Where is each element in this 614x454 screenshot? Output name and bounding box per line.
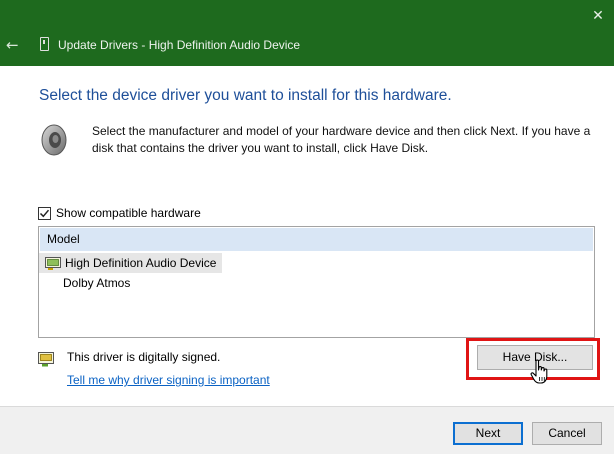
next-button[interactable]: Next: [453, 422, 523, 445]
window-title: Update Drivers - High Definition Audio D…: [58, 38, 301, 52]
speaker-icon: [41, 124, 67, 156]
button-bar: Next Cancel: [0, 406, 614, 454]
title-bar: ✕ ← Update Drivers - High Definition Aud…: [0, 0, 614, 66]
digital-signature-icon: [38, 352, 54, 367]
show-compatible-label: Show compatible hardware: [56, 206, 201, 220]
model-list[interactable]: Model High Definition Audio Device Dolby…: [38, 226, 595, 338]
driver-signing-info-link[interactable]: Tell me why driver signing is important: [67, 373, 270, 387]
back-arrow-icon[interactable]: ←: [6, 35, 26, 55]
list-item-label: Dolby Atmos: [63, 276, 131, 290]
show-compatible-hardware-option[interactable]: Show compatible hardware: [38, 205, 201, 221]
device-manager-icon: [40, 37, 49, 51]
model-column-header[interactable]: Model: [40, 228, 593, 251]
show-compatible-checkbox[interactable]: [38, 206, 51, 220]
signed-driver-icon: [45, 256, 61, 270]
cancel-button[interactable]: Cancel: [532, 422, 602, 445]
signature-status: This driver is digitally signed.: [67, 350, 221, 364]
list-item[interactable]: High Definition Audio Device: [39, 253, 594, 273]
wizard-content: Select the device driver you want to ins…: [0, 66, 614, 406]
close-icon[interactable]: ✕: [588, 6, 608, 26]
checkmark-icon: [39, 209, 50, 217]
instructions-text: Select the manufacturer and model of you…: [92, 124, 591, 155]
hand-cursor-icon: [530, 359, 548, 384]
list-item-label: High Definition Audio Device: [65, 256, 217, 270]
page-heading: Select the device driver you want to ins…: [39, 87, 452, 104]
list-item[interactable]: Dolby Atmos: [39, 273, 594, 293]
